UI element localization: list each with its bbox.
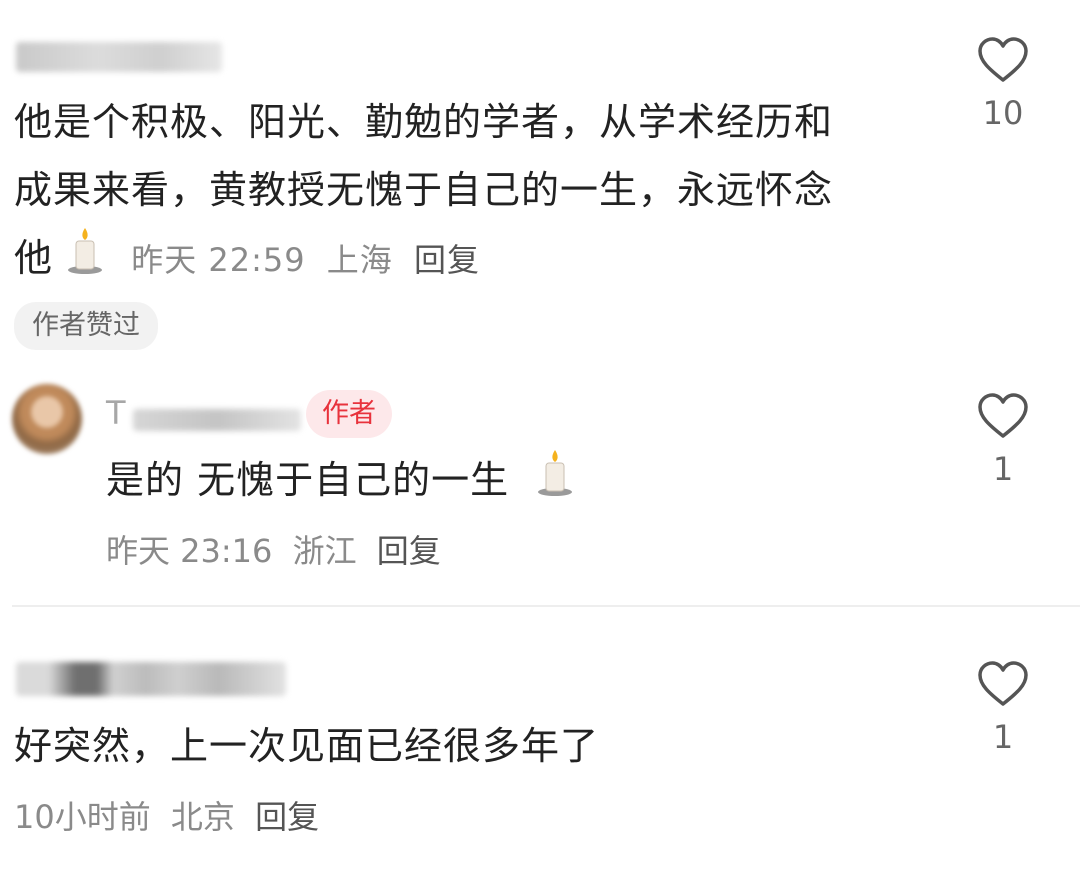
author-badge: 作者 bbox=[306, 390, 392, 438]
comment-1: 他是个积极、阳光、勤勉的学者，从学术经历和 成果来看，黄教授无愧于自己的一生，永… bbox=[0, 0, 1080, 360]
like-count: 1 bbox=[992, 718, 1014, 756]
comment-location: 北京 bbox=[170, 798, 235, 836]
heart-outline-icon[interactable] bbox=[977, 392, 1029, 440]
comment-meta: 10小时前 北京 回复 bbox=[14, 792, 319, 838]
author-liked-badge: 作者赞过 bbox=[14, 302, 158, 350]
comment-text: 是的 无愧于自己的一生 bbox=[106, 446, 574, 518]
comment-location: 浙江 bbox=[292, 532, 357, 570]
comment-text-line: 他 昨天 22:59 上海 回复 bbox=[14, 224, 833, 296]
like-control[interactable]: 1 bbox=[948, 660, 1058, 756]
comment-text: 他是个积极、阳光、勤勉的学者，从学术经历和 成果来看，黄教授无愧于自己的一生，永… bbox=[14, 88, 833, 296]
divider bbox=[12, 605, 1080, 607]
heart-outline-icon[interactable] bbox=[977, 660, 1029, 708]
reply-button[interactable]: 回复 bbox=[377, 532, 441, 570]
candle-emoji-icon bbox=[536, 447, 574, 518]
comment-meta: 昨天 22:59 上海 回复 bbox=[131, 241, 480, 279]
candle-emoji-icon bbox=[66, 225, 104, 296]
author-name[interactable]: T bbox=[106, 394, 301, 434]
comment-time: 昨天 22:59 bbox=[131, 241, 306, 279]
username-blurred[interactable] bbox=[16, 662, 286, 696]
like-count: 1 bbox=[992, 450, 1014, 488]
heart-outline-icon[interactable] bbox=[977, 36, 1029, 84]
username-blurred[interactable] bbox=[16, 42, 222, 72]
username-blurred bbox=[132, 408, 301, 431]
author-initial: T bbox=[106, 394, 126, 432]
comment-text-body: 是的 无愧于自己的一生 bbox=[106, 458, 510, 502]
like-control[interactable]: 1 bbox=[948, 392, 1058, 488]
like-count: 10 bbox=[982, 94, 1024, 132]
comment-text-line: 成果来看，黄教授无愧于自己的一生，永远怀念 bbox=[14, 168, 834, 212]
comment-meta: 昨天 23:16 浙江 回复 bbox=[106, 526, 441, 572]
comment-text: 好突然，上一次见面已经很多年了 bbox=[14, 724, 600, 768]
comment-text-line: 他是个积极、阳光、勤勉的学者，从学术经历和 bbox=[14, 100, 834, 144]
comment-text-end: 他 bbox=[14, 236, 54, 280]
avatar[interactable] bbox=[12, 384, 82, 454]
comment-3: 好突然，上一次见面已经很多年了 10小时前 北京 回复 1 bbox=[0, 640, 1080, 869]
like-control[interactable]: 10 bbox=[948, 36, 1058, 132]
reply-button[interactable]: 回复 bbox=[414, 241, 480, 279]
comment-time: 昨天 23:16 bbox=[106, 532, 273, 570]
comment-2: T 作者 是的 无愧于自己的一生 昨天 23:16 浙江 回复 1 bbox=[0, 380, 1080, 590]
comment-location: 上海 bbox=[326, 241, 393, 279]
reply-button[interactable]: 回复 bbox=[255, 798, 319, 836]
comment-time: 10小时前 bbox=[14, 798, 151, 836]
